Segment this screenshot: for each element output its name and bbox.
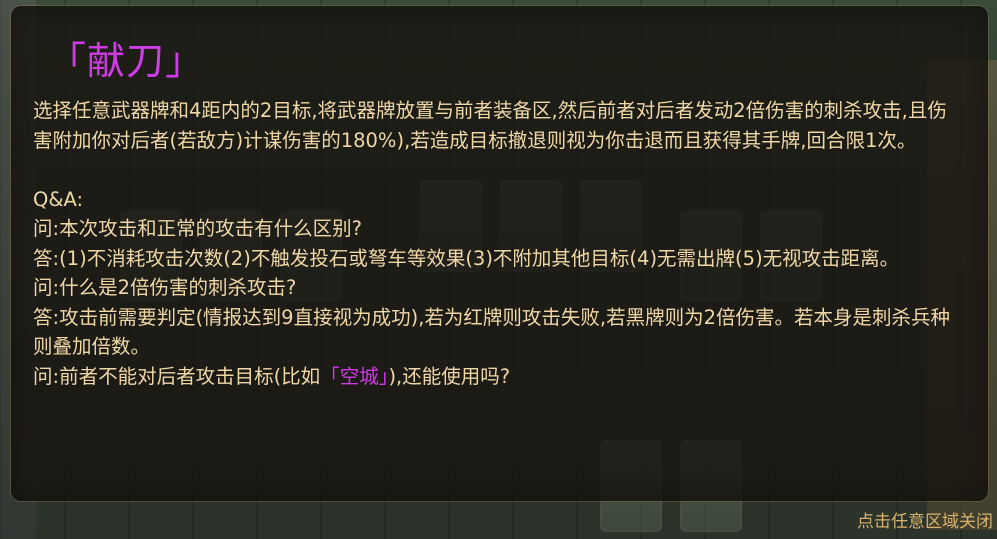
answer-1: 答:(1)不消耗攻击次数(2)不触发投石或弩车等效果(3)不附加其他目标(4)无…	[33, 246, 900, 270]
qa-heading: Q&A:	[33, 187, 84, 211]
game-board[interactable]: 「献刀」 选择任意武器牌和4距内的2目标,将武器牌放置与前者装备区,然后前者对后…	[0, 0, 997, 539]
skill-description: 选择任意武器牌和4距内的2目标,将武器牌放置与前者装备区,然后前者对后者发动2倍…	[33, 99, 947, 152]
question-3-prefix: 问:前者不能对后者攻击目标(比如	[33, 364, 321, 388]
question-3-suffix: ),还能使用吗?	[388, 364, 511, 388]
question-2: 问:什么是2倍伤害的刺杀攻击?	[33, 276, 297, 299]
skill-title: 「献刀」	[48, 39, 205, 83]
question-3: 问:前者不能对后者攻击目标(比如「空城」),还能使用吗?	[33, 362, 963, 392]
close-hint[interactable]: 点击任意区域关闭	[857, 511, 993, 533]
skill-reference-link: 「空城」	[320, 364, 389, 388]
question-1: 问:本次攻击和正常的攻击有什么区别?	[33, 217, 362, 240]
skill-description-block: 选择任意武器牌和4距内的2目标,将武器牌放置与前者装备区,然后前者对后者发动2倍…	[33, 96, 963, 391]
answer-2: 答:攻击前需要判定(情报达到9直接视为成功),若为红牌则攻击失败,若黑牌则为2倍…	[33, 305, 950, 359]
